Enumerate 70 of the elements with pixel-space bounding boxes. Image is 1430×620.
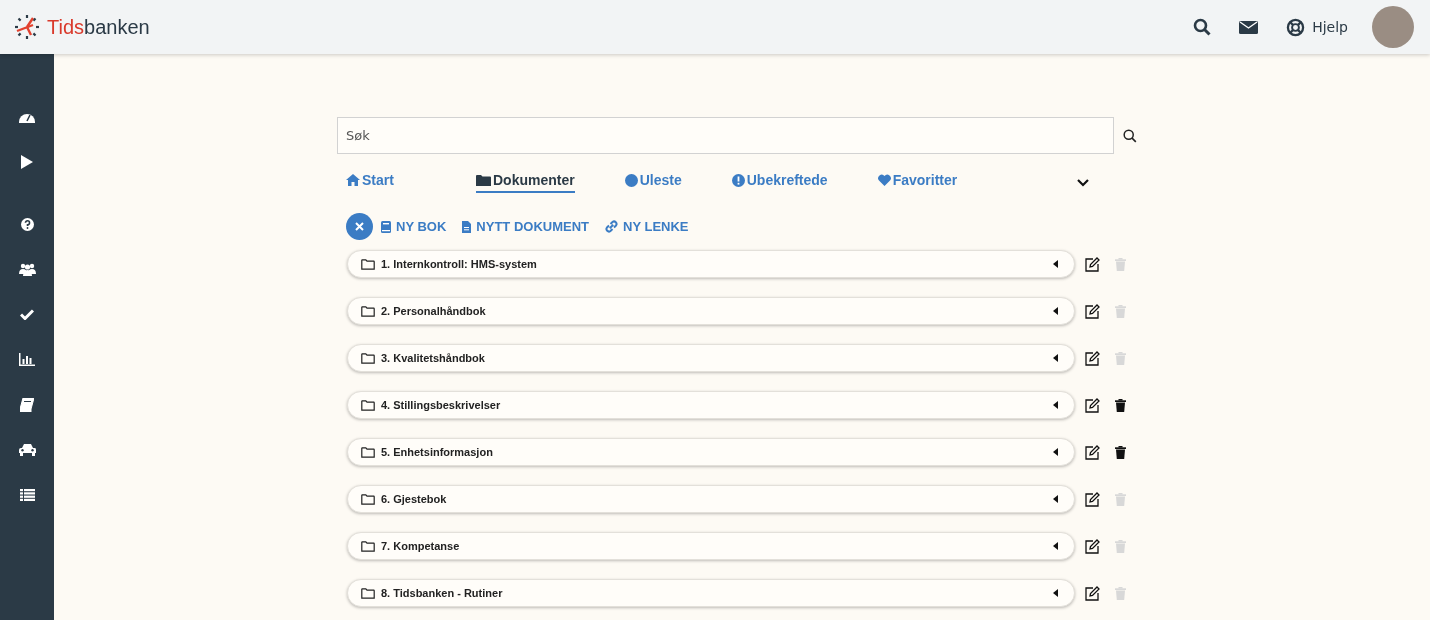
home-icon — [346, 174, 360, 186]
caret-left-icon — [1053, 495, 1058, 503]
folder-icon — [361, 305, 375, 317]
list-icon[interactable] — [19, 488, 35, 501]
mail-icon[interactable] — [1239, 19, 1259, 35]
edit-icon[interactable] — [1085, 397, 1100, 413]
close-button[interactable] — [346, 213, 373, 240]
edit-icon[interactable] — [1085, 585, 1100, 601]
tab[interactable]: Uleste — [624, 172, 682, 193]
action-link[interactable]: NY BOK — [381, 219, 447, 234]
search-icon[interactable] — [1193, 18, 1212, 36]
logo-wordmark[interactable]: Tidsbanken — [47, 15, 150, 39]
avatar[interactable] — [1372, 6, 1414, 48]
bar-chart-icon[interactable] — [19, 353, 35, 366]
folder-row[interactable]: 6. Gjestebok — [347, 485, 1075, 513]
folder-icon — [476, 174, 491, 186]
clock-logo-icon — [13, 13, 41, 41]
folder-icon — [361, 399, 375, 411]
folder-icon — [361, 493, 375, 505]
folder-row[interactable]: 1. Internkontroll: HMS-system — [347, 250, 1075, 278]
tab[interactable]: Start — [346, 172, 476, 193]
document-icon — [462, 220, 472, 233]
tab[interactable]: Dokumenter — [476, 172, 575, 193]
action-link[interactable]: NYTT DOKUMENT — [462, 219, 589, 234]
caret-left-icon — [1053, 542, 1058, 550]
caret-left-icon — [1053, 448, 1058, 456]
search-icon[interactable] — [1123, 128, 1137, 143]
heart-icon — [877, 174, 891, 186]
folder-icon — [361, 446, 375, 458]
folder-icon — [361, 352, 375, 364]
caret-left-icon — [1053, 589, 1058, 597]
caret-left-icon — [1053, 260, 1058, 268]
folder-row[interactable]: 5. Enhetsinformasjon — [347, 438, 1075, 466]
tab[interactable]: Ubekreftede — [731, 172, 828, 193]
chevron-down-icon[interactable] — [1077, 178, 1090, 187]
close-icon — [355, 222, 364, 231]
edit-icon[interactable] — [1085, 444, 1100, 460]
circle-icon — [624, 173, 638, 187]
book-icon[interactable] — [20, 397, 34, 412]
help-icon[interactable] — [20, 218, 34, 231]
folder-icon — [361, 587, 375, 599]
checkmark-icon[interactable] — [20, 309, 34, 320]
folder-row[interactable]: 7. Kompetanse — [347, 532, 1075, 560]
folder-icon — [361, 540, 375, 552]
caret-left-icon — [1053, 354, 1058, 362]
edit-icon[interactable] — [1085, 350, 1100, 366]
folder-row[interactable]: 4. Stillingsbeskrivelser — [347, 391, 1075, 419]
folder-row[interactable]: 2. Personalhåndbok — [347, 297, 1075, 325]
edit-icon[interactable] — [1085, 256, 1100, 272]
folder-icon — [361, 258, 375, 270]
car-icon[interactable] — [18, 443, 36, 456]
folder-row[interactable]: 8. Tidsbanken - Rutiner — [347, 579, 1075, 607]
play-icon[interactable] — [21, 154, 33, 169]
edit-icon[interactable] — [1085, 538, 1100, 554]
tab[interactable]: Favoritter — [877, 172, 958, 193]
users-icon[interactable] — [18, 263, 36, 276]
link-icon — [605, 220, 618, 233]
folder-row[interactable]: 3. Kvalitetshåndbok — [347, 344, 1075, 372]
caret-left-icon — [1053, 307, 1058, 315]
search-field[interactable]: Søk — [337, 117, 1115, 154]
edit-icon[interactable] — [1085, 303, 1100, 319]
book-icon — [381, 220, 391, 233]
caret-left-icon — [1053, 401, 1058, 409]
trash-icon[interactable] — [1115, 445, 1126, 459]
trash-icon[interactable] — [1115, 398, 1126, 412]
edit-icon[interactable] — [1085, 491, 1100, 507]
help-button[interactable]: Hjelp — [1286, 17, 1348, 37]
exclamation-icon — [731, 173, 745, 187]
lifebuoy-icon — [1286, 17, 1306, 37]
action-link[interactable]: NY LENKE — [605, 219, 689, 234]
